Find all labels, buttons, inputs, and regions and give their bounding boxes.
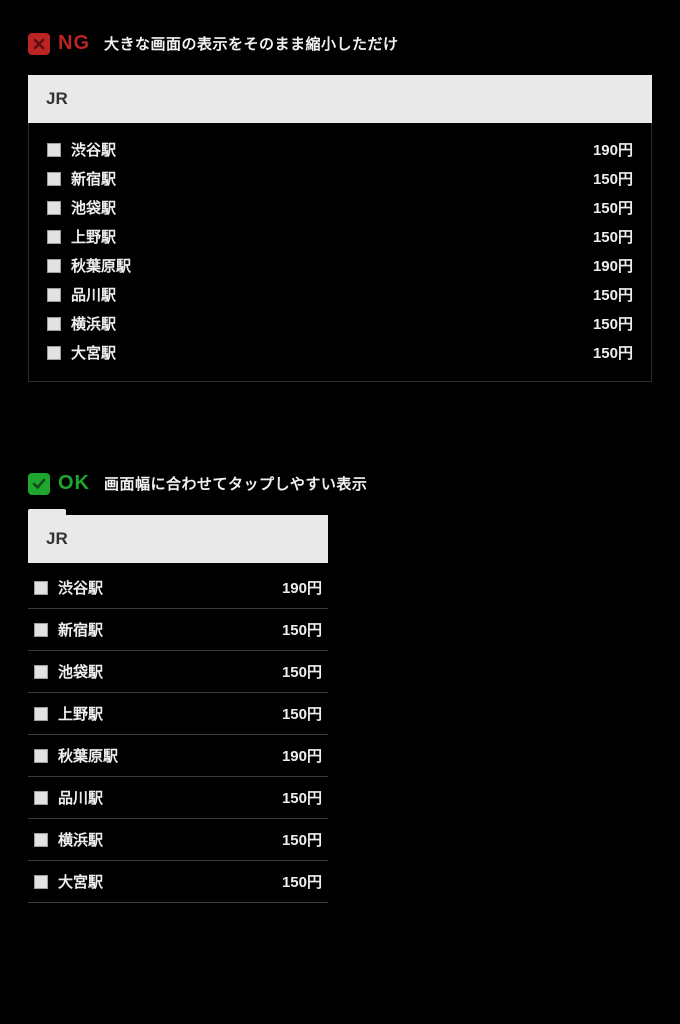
checkbox-icon[interactable] <box>34 749 48 763</box>
checkbox-icon[interactable] <box>34 581 48 595</box>
ng-example-card: JR 渋谷駅190円新宿駅150円池袋駅150円上野駅150円秋葉原駅190円品… <box>28 75 652 382</box>
fare-amount: 190円 <box>282 577 322 598</box>
ng-cross-icon <box>28 33 50 55</box>
list-item[interactable]: 秋葉原駅190円 <box>28 735 328 777</box>
station-name: 品川駅 <box>71 284 593 305</box>
fare-amount: 190円 <box>593 255 633 276</box>
station-name: 池袋駅 <box>71 197 593 218</box>
fare-amount: 150円 <box>593 197 633 218</box>
ok-list-header: JR <box>28 515 328 563</box>
station-name: 横浜駅 <box>58 829 282 850</box>
station-name: 秋葉原駅 <box>58 745 282 766</box>
list-item[interactable]: 新宿駅150円 <box>28 609 328 651</box>
list-item[interactable]: 秋葉原駅190円 <box>47 251 633 280</box>
checkbox-icon[interactable] <box>47 143 61 157</box>
ng-list-header: JR <box>28 75 652 123</box>
fare-amount: 150円 <box>282 787 322 808</box>
checkbox-icon[interactable] <box>34 623 48 637</box>
fare-amount: 150円 <box>282 703 322 724</box>
fare-amount: 150円 <box>282 829 322 850</box>
list-item[interactable]: 品川駅150円 <box>47 280 633 309</box>
fare-amount: 190円 <box>593 139 633 160</box>
checkbox-icon[interactable] <box>34 875 48 889</box>
ng-label: NG <box>58 32 90 55</box>
station-name: 大宮駅 <box>58 871 282 892</box>
checkbox-icon[interactable] <box>34 833 48 847</box>
fare-amount: 150円 <box>593 313 633 334</box>
list-item[interactable]: 大宮駅150円 <box>47 338 633 367</box>
ok-check-icon <box>28 473 50 495</box>
ng-description: 大きな画面の表示をそのまま縮小しただけ <box>104 33 399 54</box>
ok-label: OK <box>58 472 90 495</box>
checkbox-icon[interactable] <box>47 288 61 302</box>
station-name: 渋谷駅 <box>58 577 282 598</box>
checkbox-icon[interactable] <box>47 172 61 186</box>
station-name: 新宿駅 <box>58 619 282 640</box>
fare-amount: 150円 <box>593 342 633 363</box>
list-item[interactable]: 池袋駅150円 <box>28 651 328 693</box>
station-name: 上野駅 <box>71 226 593 247</box>
checkbox-icon[interactable] <box>34 791 48 805</box>
ok-status-row: OK 画面幅に合わせてタップしやすい表示 <box>28 472 652 495</box>
ng-list-body: 渋谷駅190円新宿駅150円池袋駅150円上野駅150円秋葉原駅190円品川駅1… <box>28 123 652 382</box>
ok-tab-stub <box>28 509 66 515</box>
station-name: 上野駅 <box>58 703 282 724</box>
list-item[interactable]: 渋谷駅190円 <box>28 567 328 609</box>
station-name: 池袋駅 <box>58 661 282 682</box>
fare-amount: 150円 <box>282 619 322 640</box>
list-item[interactable]: 品川駅150円 <box>28 777 328 819</box>
checkbox-icon[interactable] <box>47 201 61 215</box>
fare-amount: 150円 <box>593 284 633 305</box>
station-name: 横浜駅 <box>71 313 593 334</box>
ng-status-row: NG 大きな画面の表示をそのまま縮小しただけ <box>28 32 652 55</box>
ok-list-body: 渋谷駅190円新宿駅150円池袋駅150円上野駅150円秋葉原駅190円品川駅1… <box>28 563 328 903</box>
list-item[interactable]: 池袋駅150円 <box>47 193 633 222</box>
station-name: 大宮駅 <box>71 342 593 363</box>
station-name: 秋葉原駅 <box>71 255 593 276</box>
list-item[interactable]: 横浜駅150円 <box>28 819 328 861</box>
station-name: 品川駅 <box>58 787 282 808</box>
ok-description: 画面幅に合わせてタップしやすい表示 <box>104 473 367 494</box>
list-item[interactable]: 横浜駅150円 <box>47 309 633 338</box>
list-item[interactable]: 上野駅150円 <box>47 222 633 251</box>
checkbox-icon[interactable] <box>47 317 61 331</box>
list-item[interactable]: 上野駅150円 <box>28 693 328 735</box>
fare-amount: 150円 <box>593 168 633 189</box>
checkbox-icon[interactable] <box>47 259 61 273</box>
list-item[interactable]: 渋谷駅190円 <box>47 135 633 164</box>
ok-example-card: JR 渋谷駅190円新宿駅150円池袋駅150円上野駅150円秋葉原駅190円品… <box>28 515 328 903</box>
fare-amount: 150円 <box>282 661 322 682</box>
station-name: 新宿駅 <box>71 168 593 189</box>
fare-amount: 190円 <box>282 745 322 766</box>
checkbox-icon[interactable] <box>47 230 61 244</box>
list-item[interactable]: 大宮駅150円 <box>28 861 328 903</box>
checkbox-icon[interactable] <box>47 346 61 360</box>
fare-amount: 150円 <box>593 226 633 247</box>
fare-amount: 150円 <box>282 871 322 892</box>
checkbox-icon[interactable] <box>34 707 48 721</box>
station-name: 渋谷駅 <box>71 139 593 160</box>
checkbox-icon[interactable] <box>34 665 48 679</box>
list-item[interactable]: 新宿駅150円 <box>47 164 633 193</box>
